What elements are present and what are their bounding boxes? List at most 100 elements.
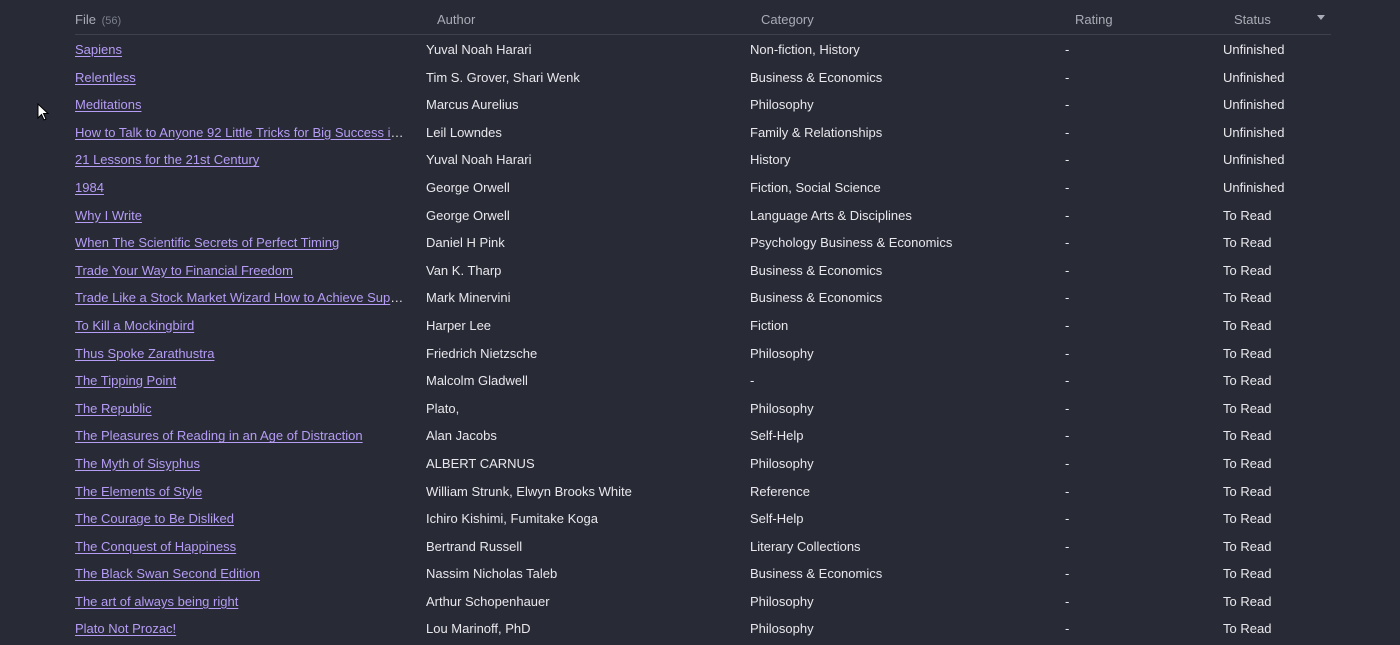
file-link[interactable]: The Conquest of Happiness (75, 539, 236, 554)
file-cell: Thus Spoke Zarathustra (75, 346, 407, 362)
category-cell: Literary Collections (750, 538, 861, 554)
status-cell: To Read (1223, 400, 1272, 416)
status-cell: To Read (1223, 483, 1272, 499)
category-cell: Philosophy (750, 621, 814, 637)
category-cell: Business & Economics (750, 566, 883, 582)
author-cell: Ichiro Kishimi, Fumitake Koga (426, 511, 598, 527)
status-cell: To Read (1223, 511, 1272, 527)
rating-cell: - (1065, 124, 1070, 140)
rating-cell: - (1065, 207, 1070, 223)
status-cell: To Read (1223, 235, 1272, 251)
file-link[interactable]: To Kill a Mockingbird (75, 318, 194, 333)
file-link[interactable]: The Tipping Point (75, 373, 176, 388)
table-row: How to Talk to Anyone 92 Little Tricks f… (75, 118, 1331, 146)
author-cell: Alan Jacobs (426, 428, 497, 444)
rating-cell: - (1065, 455, 1070, 471)
author-cell: Yuval Noah Harari (426, 152, 532, 168)
table-row: The Myth of Sisyphus ALBERT CARNUS Philoso… (75, 449, 1331, 477)
column-header-author[interactable]: Author (437, 12, 475, 27)
category-cell: Philosophy (750, 400, 814, 416)
author-cell: Leil Lowndes (426, 124, 502, 140)
category-cell: History (750, 152, 791, 168)
file-link[interactable]: The Black Swan Second Edition (75, 566, 260, 581)
file-cell: Sapiens (75, 42, 407, 58)
author-cell: Arthur Schopenhauer (426, 593, 550, 609)
category-cell: Fiction, Social Science (750, 179, 881, 195)
column-header-status[interactable]: Status (1234, 12, 1271, 27)
author-cell: Nassim Nicholas Taleb (426, 566, 558, 582)
author-cell: ALBERT CARNUS (426, 455, 535, 471)
rating-cell: - (1065, 179, 1070, 195)
status-cell: Unfinished (1223, 97, 1285, 113)
column-header-rating[interactable]: Rating (1075, 12, 1113, 27)
rating-cell: - (1065, 290, 1070, 306)
category-cell: Self-Help (750, 511, 804, 527)
status-cell: To Read (1223, 538, 1272, 554)
column-header-file[interactable]: File (56) (75, 12, 121, 27)
chevron-down-icon[interactable] (1317, 15, 1325, 20)
status-cell: To Read (1223, 593, 1272, 609)
rating-cell: - (1065, 483, 1070, 499)
column-header-category[interactable]: Category (761, 12, 814, 27)
status-cell: To Read (1223, 621, 1272, 637)
file-cell: Trade Like a Stock Market Wizard How to … (75, 290, 407, 306)
file-link[interactable]: The Elements of Style (75, 484, 202, 499)
file-link[interactable]: Trade Like a Stock Market Wizard How to … (75, 290, 407, 305)
author-cell: Plato, (426, 400, 460, 416)
file-header-label: File (75, 12, 96, 27)
author-cell: Yuval Noah Harari (426, 42, 532, 57)
table-row: The Pleasures of Reading in an Age of Di… (75, 421, 1331, 449)
table-row: Plato Not Prozac! Lou Marinoff, PhD Philos… (75, 614, 1331, 642)
file-link[interactable]: Thus Spoke Zarathustra (75, 346, 214, 361)
category-cell: Business & Economics (750, 290, 883, 306)
file-link[interactable]: The Courage to Be Disliked (75, 511, 234, 526)
file-link[interactable]: Sapiens (75, 42, 122, 57)
status-cell: To Read (1223, 566, 1272, 582)
rating-cell: - (1065, 538, 1070, 554)
file-link[interactable]: 1984 (75, 180, 104, 195)
table-body: Sapiens Yuval Noah Harari Non-fiction, His… (75, 35, 1331, 642)
file-cell: Meditations (75, 97, 407, 113)
rating-cell: - (1065, 97, 1070, 113)
file-link[interactable]: When The Scientific Secrets of Perfect T… (75, 235, 339, 250)
file-link[interactable]: The Myth of Sisyphus (75, 456, 200, 471)
file-link[interactable]: How to Talk to Anyone 92 Little Tricks f… (75, 125, 407, 140)
file-cell: The Myth of Sisyphus (75, 456, 407, 472)
status-cell: Unfinished (1223, 152, 1285, 168)
file-link[interactable]: The Pleasures of Reading in an Age of Di… (75, 428, 363, 443)
status-cell: To Read (1223, 317, 1272, 333)
category-cell: - (750, 373, 755, 389)
table-row: The Black Swan Second Edition Nassim Nich… (75, 559, 1331, 587)
file-cell: Why I Write (75, 208, 407, 224)
file-link[interactable]: The Republic (75, 401, 152, 416)
table-row: The Conquest of Happiness Bertrand Russel… (75, 532, 1331, 560)
table-row: To Kill a Mockingbird Harper Lee Fiction - T… (75, 311, 1331, 339)
author-cell: Mark Minervini (426, 290, 511, 306)
file-link[interactable]: Why I Write (75, 208, 142, 223)
rating-cell: - (1065, 317, 1070, 333)
author-cell: Harper Lee (426, 317, 492, 333)
file-link[interactable]: Meditations (75, 97, 141, 112)
status-cell: To Read (1223, 262, 1272, 278)
file-cell: How to Talk to Anyone 92 Little Tricks f… (75, 125, 407, 141)
file-cell: Plato Not Prozac! (75, 621, 407, 637)
file-link[interactable]: Relentless (75, 70, 136, 85)
file-link[interactable]: Plato Not Prozac! (75, 621, 176, 636)
file-link[interactable]: The art of always being right (75, 594, 238, 609)
category-cell: Philosophy (750, 455, 814, 471)
rating-cell: - (1065, 566, 1070, 582)
table-header: File (56) Author Category Rating Status (75, 0, 1331, 35)
file-cell: 1984 (75, 180, 407, 196)
file-cell: The art of always being right (75, 594, 407, 610)
table-row: When The Scientific Secrets of Perfect T… (75, 228, 1331, 256)
mouse-cursor-icon (37, 103, 49, 121)
author-cell: William Strunk, Elwyn Brooks White (426, 483, 632, 499)
file-link[interactable]: Trade Your Way to Financial Freedom (75, 263, 293, 278)
file-cell: Trade Your Way to Financial Freedom (75, 263, 407, 279)
table-row: Trade Like a Stock Market Wizard How to … (75, 283, 1331, 311)
status-cell: To Read (1223, 207, 1272, 223)
file-link[interactable]: 21 Lessons for the 21st Century (75, 152, 259, 167)
status-cell: Unfinished (1223, 42, 1285, 57)
author-cell: Marcus Aurelius (426, 97, 519, 113)
table-row: The art of always being right Arthur Scho… (75, 587, 1331, 615)
